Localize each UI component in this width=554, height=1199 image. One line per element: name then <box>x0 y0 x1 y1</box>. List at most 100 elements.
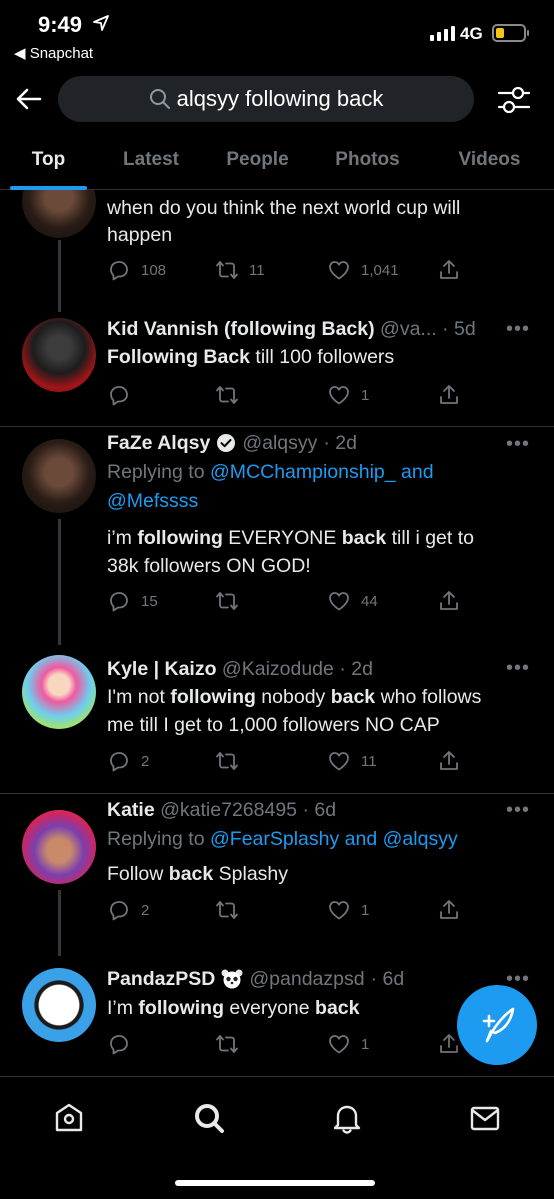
tweet[interactable]: Kid Vannish (following Back) @va... · 5d… <box>0 310 554 426</box>
tab-videos-label: Videos <box>458 149 521 170</box>
retweet-button[interactable] <box>215 898 239 922</box>
mention-link[interactable]: @FearSplashy <box>210 828 339 850</box>
status-time: 9:49 <box>38 12 83 37</box>
reply-button[interactable]: 15 <box>107 589 158 613</box>
reply-count: 2 <box>141 752 150 770</box>
like-count: 1,041 <box>361 261 399 279</box>
handle[interactable]: @katie7268495 <box>160 799 297 821</box>
tab-latest[interactable]: Latest <box>97 134 205 189</box>
timestamp: · 5d <box>442 318 476 340</box>
more-options-icon[interactable]: ••• <box>506 433 530 456</box>
share-button[interactable] <box>437 258 461 282</box>
display-name[interactable]: PandazPSD <box>107 965 215 993</box>
handle[interactable]: @alqsyy <box>242 429 317 457</box>
display-name[interactable]: Kid Vannish (following Back) <box>107 318 375 340</box>
back-arrow-icon[interactable] <box>12 82 46 116</box>
search-tab-icon[interactable] <box>192 1101 226 1135</box>
tweet-text: me till I get to 1,000 followers NO CAP <box>107 714 440 736</box>
display-name[interactable]: Kyle | Kaizo <box>107 658 217 680</box>
tab-videos[interactable]: Videos <box>425 134 554 189</box>
tab-photos-label: Photos <box>335 149 400 170</box>
share-icon <box>440 900 458 919</box>
like-button[interactable]: 1 <box>327 383 369 407</box>
mention-link[interactable]: @alqsyy <box>383 828 458 850</box>
replying-to: @Mefssss <box>107 487 538 515</box>
tweet-header: PandazPSD @pandazpsd · 6d <box>107 965 494 993</box>
more-options-icon[interactable]: ••• <box>506 657 530 680</box>
tweet-text: i’m following EVERYONE back till i get t… <box>107 527 474 549</box>
handle[interactable]: @pandazpsd <box>249 965 364 993</box>
reply-button[interactable]: 2 <box>107 749 149 773</box>
avatar[interactable] <box>22 810 96 884</box>
share-icon <box>440 591 458 610</box>
like-button[interactable]: 11 <box>327 749 377 773</box>
handle[interactable]: @va... <box>380 318 437 340</box>
home-indicator[interactable] <box>175 1180 375 1186</box>
tab-top-label: Top <box>31 149 66 170</box>
tweet[interactable]: FaZe Alqsy @alqsyy · 2d ••• Replying to … <box>0 427 554 645</box>
status-bar: 9:49 ◀ Snapchat 4G <box>0 0 554 70</box>
home-icon[interactable] <box>52 1101 86 1135</box>
mention-link[interactable]: @Mefssss <box>107 490 198 512</box>
share-button[interactable] <box>437 749 461 773</box>
active-tab-indicator <box>10 186 87 190</box>
timestamp: · 6d <box>302 799 337 821</box>
like-button[interactable]: 1 <box>327 1032 369 1056</box>
share-button[interactable] <box>437 589 461 613</box>
thread-line <box>58 240 61 312</box>
avatar[interactable] <box>22 190 96 238</box>
tab-latest-label: Latest <box>123 149 179 170</box>
reply-button[interactable]: 108 <box>107 258 166 282</box>
avatar[interactable] <box>22 439 96 513</box>
reply-count: 15 <box>141 592 158 610</box>
heart-icon <box>329 1035 349 1054</box>
like-button[interactable]: 1 <box>327 898 369 922</box>
messages-mail-icon[interactable] <box>468 1101 502 1135</box>
share-button[interactable] <box>437 898 461 922</box>
compose-tweet-button[interactable] <box>457 985 537 1065</box>
tab-people[interactable]: People <box>205 134 310 189</box>
tweet-actions: 2 11 <box>107 749 467 777</box>
tweet[interactable]: Kyle | Kaizo @Kaizodude · 2d ••• I'm not… <box>0 643 554 793</box>
display-name[interactable]: Katie <box>107 799 155 821</box>
notifications-bell-icon[interactable] <box>330 1101 364 1135</box>
search-input[interactable]: alqsyy following back <box>58 76 474 122</box>
reply-button[interactable] <box>107 1032 131 1056</box>
tab-top[interactable]: Top <box>0 134 97 190</box>
reply-icon <box>110 592 128 612</box>
tweet-text: Follow back Splashy <box>107 863 289 885</box>
reply-button[interactable] <box>107 383 131 407</box>
like-button[interactable]: 1,041 <box>327 258 399 282</box>
retweet-icon <box>216 386 238 404</box>
tab-photos[interactable]: Photos <box>310 134 425 189</box>
share-icon <box>440 260 458 279</box>
avatar[interactable] <box>22 968 96 1042</box>
timestamp: · 2d <box>323 432 357 454</box>
tweet-header: Kid Vannish (following Back) @va... · 5d <box>107 315 494 343</box>
more-options-icon[interactable]: ••• <box>506 799 530 822</box>
retweet-button[interactable]: 11 <box>215 258 265 282</box>
like-count: 11 <box>361 752 377 770</box>
like-button[interactable]: 44 <box>327 589 378 613</box>
search-filters-icon[interactable] <box>496 82 532 118</box>
more-options-icon[interactable]: ••• <box>506 318 530 341</box>
handle[interactable]: @Kaizodude <box>222 658 334 680</box>
tweet-actions: 1 <box>107 383 467 411</box>
mention-link[interactable]: @MCChampionship_ and <box>210 461 434 483</box>
retweet-button[interactable] <box>215 1032 239 1056</box>
search-results-feed[interactable]: when do you think the next world cup wil… <box>0 190 554 1076</box>
reply-button[interactable]: 2 <box>107 898 149 922</box>
avatar[interactable] <box>22 318 96 392</box>
retweet-button[interactable] <box>215 749 239 773</box>
tweet-header: FaZe Alqsy @alqsyy · 2d <box>107 429 494 457</box>
tweet[interactable]: when do you think the next world cup wil… <box>0 190 554 312</box>
display-name[interactable]: FaZe Alqsy <box>107 429 210 457</box>
back-to-app-link[interactable]: ◀ Snapchat <box>14 44 93 62</box>
tweet-text: I'm not following nobody back who follow… <box>107 686 482 708</box>
share-button[interactable] <box>437 383 461 407</box>
retweet-button[interactable] <box>215 589 239 613</box>
tweet-header: Katie @katie7268495 · 6d <box>107 796 494 824</box>
tweet[interactable]: Katie @katie7268495 · 6d ••• Replying to… <box>0 794 554 956</box>
retweet-button[interactable] <box>215 383 239 407</box>
avatar[interactable] <box>22 655 96 729</box>
